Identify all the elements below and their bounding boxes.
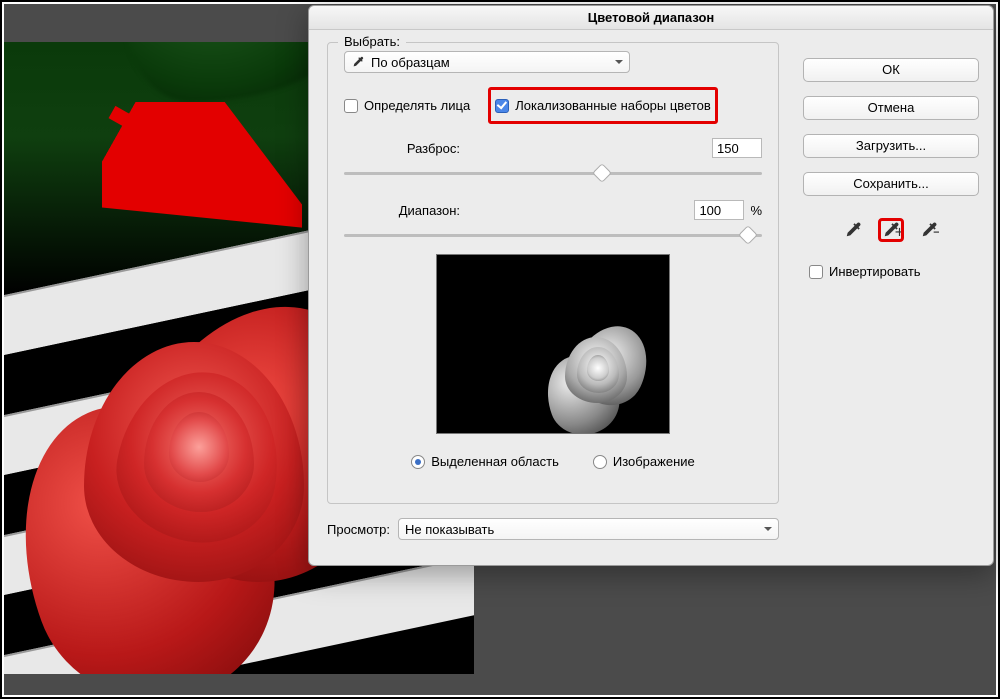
eyedropper-tools: + −	[803, 218, 979, 242]
invert-label: Инвертировать	[829, 264, 921, 279]
radio-icon	[411, 455, 425, 469]
eyedropper-subtract-icon[interactable]: −	[916, 218, 942, 242]
svg-text:−: −	[933, 224, 939, 241]
preview-dropdown-value: Не показывать	[405, 522, 494, 537]
ok-button[interactable]: ОК	[803, 58, 979, 82]
preview-dropdown[interactable]: Не показывать	[398, 518, 779, 540]
preview-mode-selection-label: Выделенная область	[431, 454, 559, 469]
preview-dropdown-label: Просмотр:	[327, 522, 390, 537]
invert-checkbox[interactable]: Инвертировать	[803, 264, 979, 279]
save-button[interactable]: Сохранить...	[803, 172, 979, 196]
load-button[interactable]: Загрузить...	[803, 134, 979, 158]
range-input[interactable]	[694, 200, 744, 220]
detect-faces-checkbox[interactable]: Определять лица	[344, 98, 470, 113]
annotation-arrow	[102, 102, 302, 232]
eyedropper-icon	[351, 55, 365, 69]
checkbox-icon	[495, 99, 509, 113]
color-range-dialog: Цветовой диапазон Выбрать: По образцам	[308, 5, 994, 566]
eyedropper-add-icon[interactable]: +	[878, 218, 904, 242]
fuzziness-slider[interactable]	[344, 164, 762, 182]
checkbox-icon	[809, 265, 823, 279]
preview-mode-selection-radio[interactable]: Выделенная область	[411, 454, 559, 469]
preview-mode-image-radio[interactable]: Изображение	[593, 454, 695, 469]
dialog-title: Цветовой диапазон	[309, 6, 993, 30]
select-group-label: Выбрать:	[338, 34, 406, 49]
sample-mode-value: По образцам	[371, 55, 450, 70]
selection-preview	[436, 254, 670, 434]
detect-faces-label: Определять лица	[364, 98, 470, 113]
radio-icon	[593, 455, 607, 469]
fuzziness-label: Разброс:	[344, 141, 474, 156]
range-slider[interactable]	[344, 226, 762, 244]
localized-colors-checkbox[interactable]: Локализованные наборы цветов	[495, 98, 711, 113]
localized-colors-label: Локализованные наборы цветов	[515, 98, 711, 113]
range-unit: %	[744, 203, 762, 218]
eyedropper-sample-icon[interactable]	[840, 218, 866, 242]
sample-mode-select[interactable]: По образцам	[344, 51, 630, 73]
cancel-button[interactable]: Отмена	[803, 96, 979, 120]
fuzziness-input[interactable]	[712, 138, 762, 158]
range-label: Диапазон:	[344, 203, 474, 218]
localized-highlight: Локализованные наборы цветов	[488, 87, 718, 124]
checkbox-icon	[344, 99, 358, 113]
select-fieldset: Выбрать: По образцам Определять лица	[327, 42, 779, 504]
svg-text:+: +	[895, 224, 901, 241]
preview-mode-image-label: Изображение	[613, 454, 695, 469]
